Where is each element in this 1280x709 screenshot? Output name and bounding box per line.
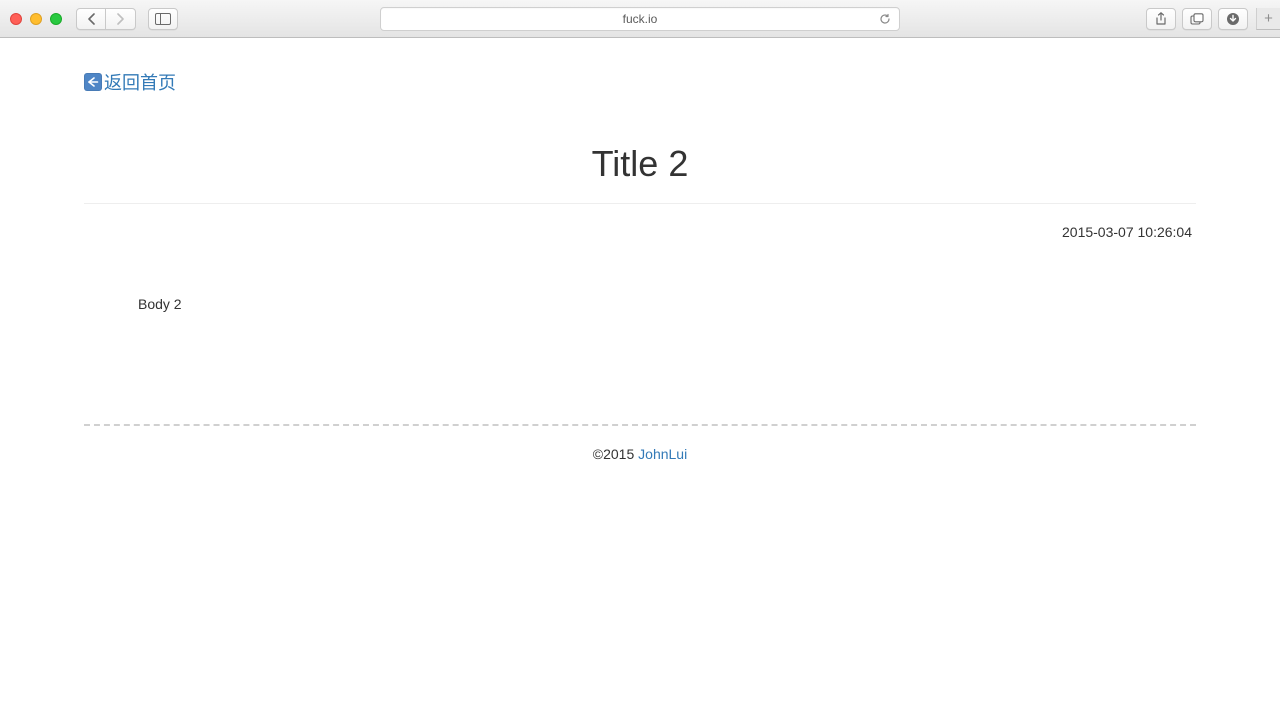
page-title: Title 2 — [84, 143, 1196, 203]
plus-icon: + — [1264, 10, 1273, 27]
copyright-text: ©2015 — [593, 446, 638, 462]
footer: ©2015 JohnLui — [84, 446, 1196, 462]
page: 返回首页 Title 2 2015-03-07 10:26:04 Body 2 … — [0, 38, 1280, 462]
footer-separator — [84, 424, 1196, 426]
reload-button[interactable] — [879, 13, 891, 25]
browser-chrome: fuck.io + — [0, 0, 1280, 38]
address-bar[interactable]: fuck.io — [380, 7, 900, 31]
nav-buttons — [76, 8, 136, 30]
container: 返回首页 Title 2 2015-03-07 10:26:04 Body 2 … — [70, 38, 1210, 462]
back-button[interactable] — [76, 8, 106, 30]
download-icon — [1226, 12, 1240, 26]
chevron-right-icon — [116, 13, 125, 25]
maximize-window-button[interactable] — [50, 13, 62, 25]
reload-icon — [879, 13, 891, 25]
toolbar-right: + — [1146, 8, 1270, 30]
article-date: 2015-03-07 10:26:04 — [84, 224, 1196, 240]
title-separator — [84, 203, 1196, 204]
minimize-window-button[interactable] — [30, 13, 42, 25]
close-window-button[interactable] — [10, 13, 22, 25]
back-to-home-link[interactable]: 返回首页 — [84, 69, 176, 95]
new-tab-button[interactable]: + — [1256, 8, 1280, 30]
back-link-label: 返回首页 — [104, 69, 176, 95]
url-text: fuck.io — [623, 12, 658, 26]
article-body: Body 2 — [84, 296, 1196, 312]
forward-button[interactable] — [106, 8, 136, 30]
chevron-left-icon — [87, 13, 96, 25]
sidebar-icon — [155, 13, 171, 25]
tabs-button[interactable] — [1182, 8, 1212, 30]
author-link[interactable]: JohnLui — [638, 446, 687, 462]
arrow-left-icon — [84, 73, 102, 91]
tabs-icon — [1190, 13, 1204, 25]
window-controls — [10, 13, 62, 25]
sidebar-toggle-button[interactable] — [148, 8, 178, 30]
share-icon — [1155, 12, 1167, 26]
share-button[interactable] — [1146, 8, 1176, 30]
downloads-button[interactable] — [1218, 8, 1248, 30]
